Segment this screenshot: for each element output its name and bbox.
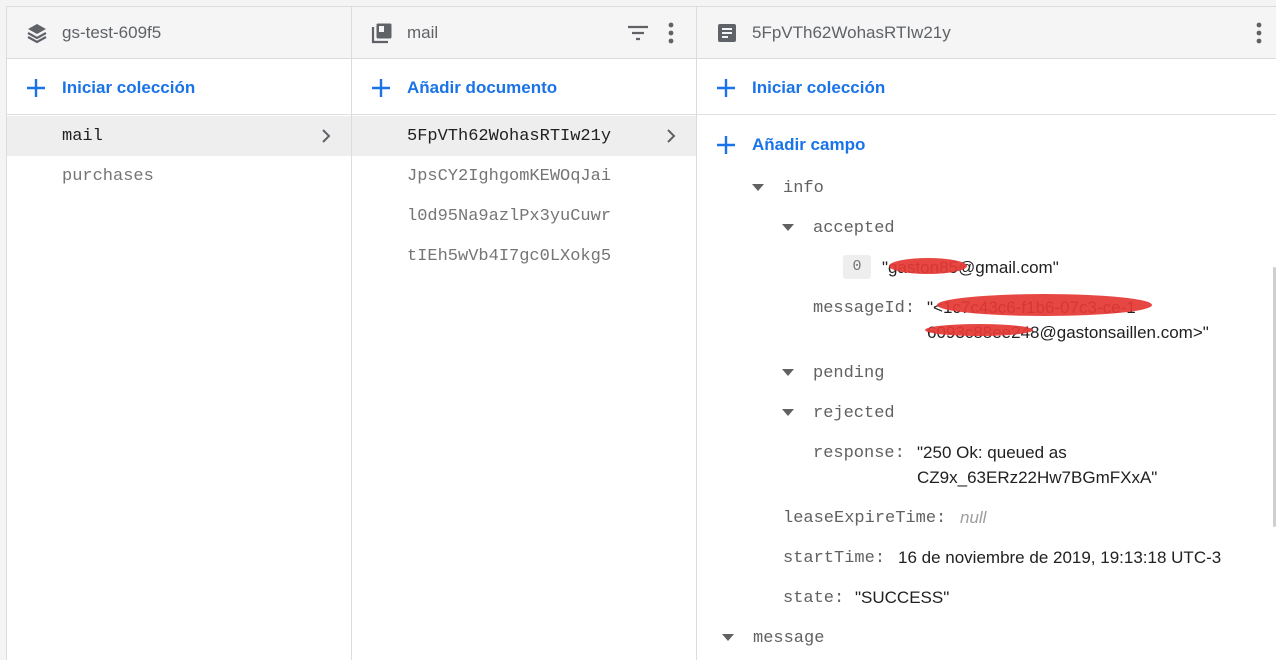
chevron-right-icon	[322, 129, 331, 143]
redaction-mark	[925, 324, 1033, 336]
more-vertical-icon	[1256, 22, 1262, 44]
root-column-header: gs-test-609f5	[7, 7, 351, 59]
document-item[interactable]: l0d95Na9azlPx3yuCuwr	[352, 196, 696, 236]
start-subcollection-button[interactable]: Iniciar colección	[697, 59, 1276, 115]
add-field-label: Añadir campo	[752, 135, 866, 154]
collection-item-label: mail	[62, 127, 103, 146]
field-value-response-line2[interactable]: CZ9x_63ERz22Hw7BGmFXxA"	[917, 465, 1157, 490]
collapse-triangle-icon[interactable]	[782, 409, 794, 416]
collection-item-label: purchases	[62, 167, 154, 186]
document-item[interactable]: tIEh5wVb4I7gc0LXokg5	[352, 236, 696, 276]
field-key-rejected[interactable]: rejected	[813, 404, 895, 423]
add-document-button[interactable]: Añadir documento	[352, 59, 696, 115]
collection-column: mail Añadir documento 5FpVTh62WohasRTIw2…	[352, 7, 697, 660]
collapse-triangle-icon[interactable]	[752, 184, 764, 191]
field-value-startTime[interactable]: 16 de noviembre de 2019, 19:13:18 UTC-3	[898, 545, 1221, 570]
document-item-label: tIEh5wVb4I7gc0LXokg5	[407, 247, 612, 266]
firestore-stack-icon	[27, 24, 47, 44]
root-column: gs-test-609f5 Iniciar colección mail pur…	[7, 7, 352, 660]
field-key-info[interactable]: info	[783, 179, 824, 198]
field-key-accepted[interactable]: accepted	[813, 219, 895, 238]
document-column-header: 5FpVTh62WohasRTIw21y	[697, 7, 1276, 59]
project-title: gs-test-609f5	[62, 23, 162, 42]
field-key-startTime[interactable]: startTime:	[783, 549, 885, 568]
plus-icon	[717, 79, 735, 97]
field-value-response-line1[interactable]: "250 Ok: queued as	[917, 440, 1067, 465]
document-title: 5FpVTh62WohasRTIw21y	[752, 23, 951, 42]
document-item[interactable]: 5FpVTh62WohasRTIw21y	[352, 116, 696, 156]
field-key-messageId[interactable]: messageId:	[813, 299, 915, 318]
field-value-state[interactable]: "SUCCESS"	[855, 585, 949, 610]
collection-column-header: mail	[352, 7, 696, 59]
more-vertical-icon	[668, 22, 674, 44]
redaction-mark	[889, 258, 967, 274]
field-key-response[interactable]: response:	[813, 444, 905, 463]
firestore-data-viewer: gs-test-609f5 Iniciar colección mail pur…	[6, 6, 1276, 660]
field-value-leaseExpireTime[interactable]: null	[960, 505, 986, 530]
collection-title: mail	[407, 23, 439, 42]
plus-icon	[372, 79, 390, 97]
redaction-mark	[937, 294, 1152, 316]
collapse-triangle-icon[interactable]	[722, 634, 734, 641]
document-item-label: l0d95Na9azlPx3yuCuwr	[407, 207, 612, 226]
filter-button[interactable]	[624, 19, 652, 47]
document-item-label: 5FpVTh62WohasRTIw21y	[407, 127, 612, 146]
collection-icon	[371, 23, 392, 44]
collapse-triangle-icon[interactable]	[782, 369, 794, 376]
plus-icon	[717, 136, 735, 154]
document-icon	[718, 24, 736, 42]
start-collection-label: Iniciar colección	[62, 78, 196, 97]
document-item-label: JpsCY2IghgomKEWOqJai	[407, 167, 612, 186]
collection-more-button[interactable]	[657, 19, 685, 47]
field-key-leaseExpireTime[interactable]: leaseExpireTime:	[783, 509, 946, 528]
plus-icon	[27, 79, 45, 97]
document-column: 5FpVTh62WohasRTIw21y Iniciar colección A…	[697, 7, 1276, 660]
start-collection-button[interactable]: Iniciar colección	[7, 59, 351, 115]
collapse-triangle-icon[interactable]	[782, 224, 794, 231]
document-more-button[interactable]	[1245, 19, 1273, 47]
field-key-pending[interactable]: pending	[813, 364, 884, 383]
add-document-label: Añadir documento	[407, 78, 558, 97]
field-key-state[interactable]: state:	[783, 589, 844, 608]
collection-item-mail[interactable]: mail	[7, 116, 351, 156]
collection-item-purchases[interactable]: purchases	[7, 156, 351, 196]
document-item[interactable]: JpsCY2IghgomKEWOqJai	[352, 156, 696, 196]
add-field-button[interactable]: Añadir campo	[697, 116, 1276, 172]
field-key-message[interactable]: message	[753, 629, 824, 648]
start-subcollection-label: Iniciar colección	[752, 78, 886, 97]
array-index-badge: 0	[843, 255, 871, 279]
chevron-right-icon	[667, 129, 676, 143]
filter-icon	[628, 25, 648, 41]
